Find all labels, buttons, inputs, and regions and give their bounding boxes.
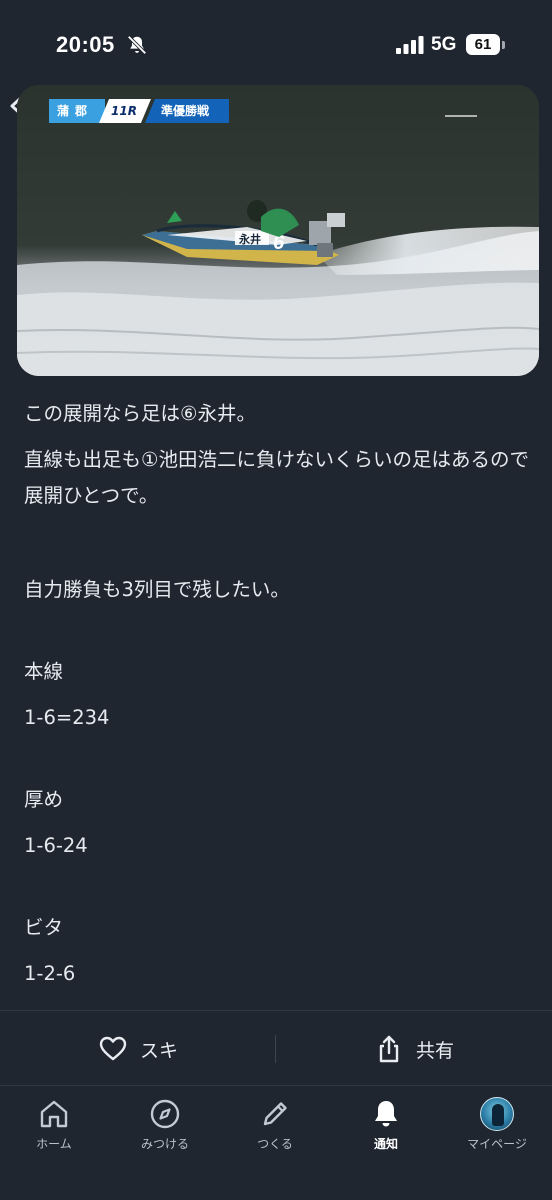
article-line: ビタ [24, 916, 64, 939]
status-bar: 20:05 5G 61 [0, 0, 552, 86]
race-title-label: 準優勝戦 [144, 99, 229, 123]
tab-label: マイページ [467, 1137, 527, 1151]
home-icon [40, 1100, 68, 1128]
venue-label: 蒲郡 [49, 99, 106, 123]
battery-level: 61 [466, 34, 500, 55]
article-line: 自力勝負も3列目で残したい。 [24, 578, 290, 601]
bottom-tab-bar: ホーム みつける つくる 通知 マイページ [0, 1087, 552, 1200]
pencil-icon [263, 1102, 287, 1126]
action-bar: スキ 共有 [0, 1010, 552, 1086]
action-divider [275, 1035, 276, 1063]
tab-label: 通知 [373, 1137, 398, 1151]
tab-create[interactable]: つくる [223, 1097, 327, 1161]
tab-mypage[interactable]: マイページ [445, 1097, 549, 1161]
race-info-overlay: 蒲郡 11R 準優勝戦 [49, 99, 229, 123]
tab-label: ホーム [36, 1137, 72, 1151]
share-label: 共有 [416, 1039, 455, 1062]
article-line: 直線も出足も①池田浩二に負けないくらいの足はあるので展開ひとつで。 [24, 448, 529, 507]
battery-nub [502, 41, 505, 49]
bell-icon [375, 1101, 397, 1127]
tab-notifications[interactable]: 通知 [334, 1097, 438, 1161]
tab-label: みつける [140, 1137, 189, 1151]
status-time: 20:05 [56, 32, 115, 57]
article-line: この展開なら足は⑥永井。 [24, 402, 256, 425]
like-label: スキ [140, 1039, 179, 1062]
article-line: 1-6-24 [24, 834, 88, 857]
article-line: 厚め [24, 788, 64, 811]
boat-name-label: 永井 [238, 232, 261, 246]
article-line: 1-2-6 [24, 962, 76, 985]
article-line: 本線 [24, 660, 64, 683]
like-button[interactable]: スキ [98, 1011, 178, 1087]
tab-label: つくる [257, 1137, 293, 1151]
avatar [480, 1097, 514, 1131]
heart-icon [99, 1036, 127, 1061]
note-article-screen: 20:05 5G 61 永井 6 蒲郡 11R 準優勝戦 この展開なら足は⑥永井… [0, 0, 552, 1200]
share-button[interactable]: 共有 [374, 1011, 454, 1087]
race-scene-image: 永井 6 [17, 85, 539, 376]
network-type: 5G [431, 34, 457, 55]
race-number-label: 11R [99, 99, 151, 123]
tab-home[interactable]: ホーム [2, 1097, 106, 1161]
bell-slash-icon [127, 35, 147, 55]
share-icon [379, 1035, 399, 1063]
cellular-signal-icon [396, 36, 424, 54]
race-video[interactable]: 永井 6 蒲郡 11R 準優勝戦 [17, 85, 539, 376]
compass-icon [150, 1099, 180, 1129]
tab-discover[interactable]: みつける [113, 1097, 217, 1161]
article-line: 1-6=234 [24, 706, 110, 729]
